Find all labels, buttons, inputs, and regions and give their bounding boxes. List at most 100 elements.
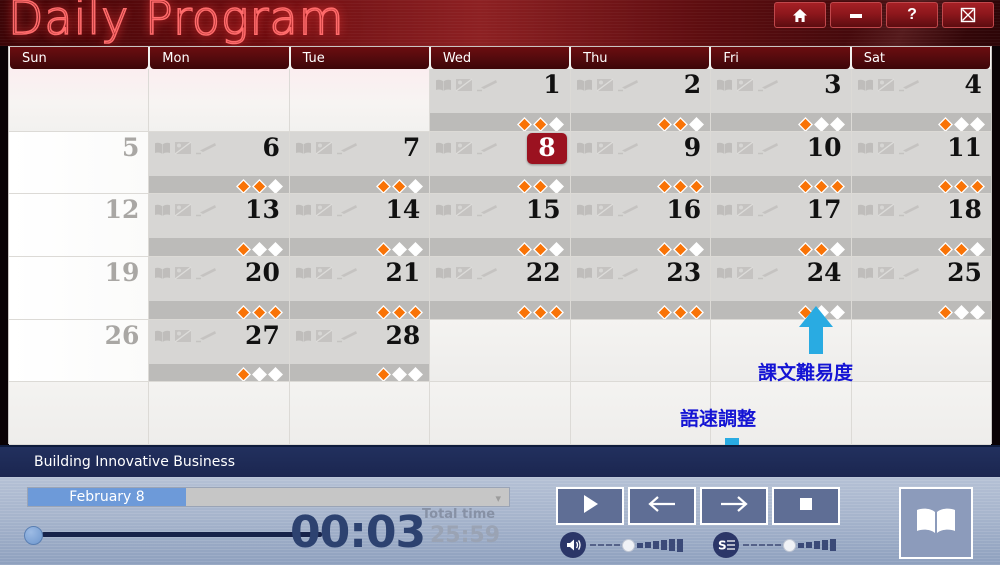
diamond-filled-icon [937, 116, 953, 131]
calendar-day-cell-17[interactable]: 17 [711, 194, 852, 258]
highlighter-pen-icon [757, 78, 779, 97]
diamond-empty-icon [548, 116, 564, 131]
calendar-day-cell-6[interactable]: 6 [149, 131, 290, 195]
previous-button[interactable] [628, 487, 696, 525]
difficulty-indicator[interactable] [711, 113, 851, 131]
calendar-day-cell-12[interactable]: 12 [9, 194, 150, 258]
difficulty-indicator[interactable] [430, 175, 570, 194]
calendar-day-cell-23[interactable]: 23 [570, 257, 712, 320]
day-number: 24 [806, 258, 842, 288]
calendar-day-cell-18[interactable]: 18 [851, 194, 991, 258]
day-number: 12 [104, 195, 140, 225]
calendar-day-cell-22[interactable]: 22 [430, 257, 571, 320]
calendar-day-cell-2[interactable]: 2 [570, 69, 712, 132]
slider-handle[interactable] [622, 538, 635, 552]
diamond-empty-icon [548, 179, 564, 194]
diamond-filled-icon [689, 179, 705, 194]
difficulty-indicator[interactable] [149, 301, 289, 319]
open-book-button[interactable] [899, 487, 973, 559]
calendar-day-cell-4[interactable]: 4 [851, 69, 991, 132]
picture-card-icon [877, 203, 895, 222]
seek-handle[interactable] [24, 526, 43, 545]
calendar-day-cell-7[interactable]: 7 [289, 131, 431, 195]
diamond-filled-icon [657, 241, 673, 257]
difficulty-indicator[interactable] [149, 175, 289, 194]
home-button[interactable] [774, 2, 826, 28]
highlighter-pen-icon [195, 266, 217, 285]
speed-track[interactable] [743, 538, 836, 552]
play-button[interactable] [556, 487, 624, 525]
volume-track[interactable] [590, 538, 683, 552]
calendar-day-cell-27[interactable]: 27 [149, 319, 290, 383]
calendar-day-cell-15[interactable]: 15 [430, 194, 571, 258]
calendar-day-cell-25[interactable]: 25 [851, 257, 991, 320]
cell-top [9, 69, 148, 113]
calendar-day-cell-3[interactable]: 3 [711, 69, 852, 132]
calendar-day-cell-19[interactable]: 19 [9, 257, 150, 320]
cell-top: 18 [851, 194, 991, 239]
difficulty-indicator[interactable] [570, 113, 711, 131]
calendar-day-cell-10[interactable]: 10 [711, 131, 852, 195]
difficulty-indicator[interactable] [430, 238, 570, 257]
close-button[interactable] [942, 2, 994, 28]
slider-handle[interactable] [783, 538, 796, 552]
difficulty-indicator[interactable] [851, 238, 991, 257]
stop-button[interactable] [772, 487, 840, 525]
difficulty-indicator[interactable] [430, 301, 570, 319]
difficulty-arrow-icon [797, 306, 835, 359]
total-time-label: Total time [422, 507, 496, 522]
help-button[interactable]: ? [886, 2, 938, 28]
difficulty-indicator[interactable] [149, 363, 289, 382]
calendar-day-cell-5[interactable]: 5 [9, 131, 150, 195]
day-number: 19 [104, 258, 140, 288]
cell-top: 23 [570, 257, 711, 302]
calendar-day-cell-14[interactable]: 14 [289, 194, 431, 258]
diamond-filled-icon [235, 304, 251, 319]
diamond-empty-icon [953, 304, 969, 319]
diamond-empty-icon [813, 116, 829, 131]
cell-top: 26 [9, 320, 148, 364]
difficulty-indicator[interactable] [851, 301, 991, 319]
difficulty-indicator[interactable] [711, 175, 851, 194]
difficulty-indicator[interactable] [851, 113, 991, 131]
calendar-day-cell-1[interactable]: 1 [430, 69, 571, 132]
book-icon [716, 141, 733, 160]
difficulty-indicator[interactable] [711, 238, 851, 257]
highlighter-pen-icon [336, 203, 358, 222]
calendar-day-cell-11[interactable]: 11 [851, 131, 991, 195]
difficulty-indicator[interactable] [289, 363, 430, 382]
difficulty-indicator[interactable] [851, 175, 991, 194]
volume-slider[interactable] [560, 532, 683, 558]
diamond-filled-icon [532, 241, 548, 257]
calendar-day-cell-16[interactable]: 16 [570, 194, 712, 258]
difficulty-indicator[interactable] [149, 238, 289, 257]
day-number: 1 [543, 70, 561, 99]
calendar-day-cell-8[interactable]: 8 [430, 131, 571, 195]
cell-icons [295, 266, 358, 285]
difficulty-indicator[interactable] [289, 238, 430, 257]
difficulty-indicator[interactable] [570, 175, 711, 194]
calendar-day-cell-21[interactable]: 21 [289, 257, 431, 320]
picture-card-icon [596, 141, 614, 160]
difficulty-indicator[interactable] [430, 113, 570, 131]
seek-bar[interactable] [24, 521, 324, 547]
speaker-icon [560, 532, 586, 558]
calendar-day-cell-9[interactable]: 9 [570, 131, 712, 195]
cell-top [149, 69, 288, 113]
minimize-button[interactable] [830, 2, 882, 28]
next-button[interactable] [700, 487, 768, 525]
speed-slider[interactable]: S [713, 532, 836, 558]
calendar-day-cell-13[interactable]: 13 [149, 194, 290, 258]
book-icon [435, 78, 452, 97]
cell-icons [716, 266, 779, 285]
difficulty-indicator[interactable] [289, 301, 430, 319]
calendar-day-cell-28[interactable]: 28 [289, 319, 431, 383]
picture-card-icon [315, 329, 333, 348]
book-icon [576, 141, 593, 160]
calendar-day-cell-20[interactable]: 20 [149, 257, 290, 320]
calendar-day-cell-26[interactable]: 26 [9, 319, 150, 383]
difficulty-indicator[interactable] [289, 175, 430, 194]
date-selector[interactable]: February 8 ▾ [27, 487, 510, 507]
difficulty-indicator[interactable] [570, 238, 711, 257]
difficulty-indicator[interactable] [570, 301, 711, 319]
